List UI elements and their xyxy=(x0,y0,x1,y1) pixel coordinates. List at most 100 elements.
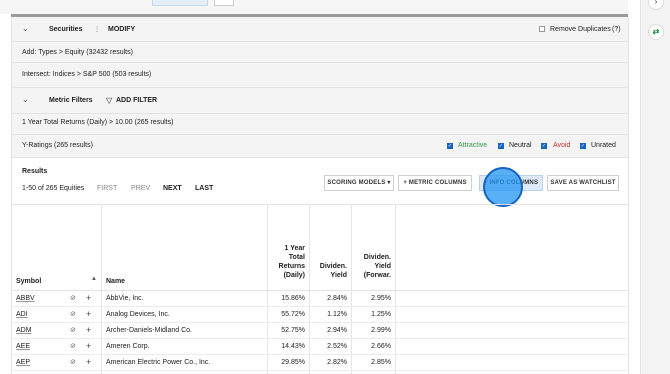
add-to-list-icon[interactable]: + xyxy=(86,293,91,303)
returns-cell: 29.85% xyxy=(281,359,305,366)
screener-panel: ⌄ Securities ⫶ MODIFY Remove Duplicates … xyxy=(11,17,629,374)
pager-first[interactable]: FIRST xyxy=(97,185,117,192)
metric-filter-rule: 1 Year Total Returns (Daily) > 10.00 (26… xyxy=(22,119,174,126)
results-range: 1-50 of 265 Equities xyxy=(22,185,85,192)
returns-cell: 15.86% xyxy=(281,295,305,302)
name-cell: Ameren Corp. xyxy=(106,343,150,350)
name-cell: Analog Devices, Inc. xyxy=(106,311,170,318)
results-title: Results xyxy=(22,168,48,175)
attractive-label: Attractive xyxy=(458,142,488,149)
column-header-symbol[interactable]: Symbol xyxy=(16,277,41,286)
divider xyxy=(12,157,628,158)
table-row[interactable]: ADI Analog Devices, Inc. 55.72% 1.12% 1.25% ⊘… xyxy=(12,307,628,323)
avoid-checkbox[interactable]: ✓ xyxy=(541,143,547,149)
securities-title: Securities xyxy=(49,26,83,33)
symbol-link[interactable]: AEP xyxy=(16,359,30,366)
add-to-list-icon[interactable]: + xyxy=(86,341,91,351)
metric-filter-row: 1 Year Total Returns (Daily) > 10.00 (26… xyxy=(12,114,628,134)
column-header-dividend-yield-forward[interactable]: Dividen. Yield (Forwar. xyxy=(352,253,391,280)
intersect-filter: Intersect: Indices > S&P 500 (503 result… xyxy=(22,71,152,78)
help-icon[interactable]: (?) xyxy=(612,26,621,33)
pin-icon[interactable]: ⊘ xyxy=(70,310,76,318)
symbol-link[interactable]: AEE xyxy=(16,343,30,350)
metric-columns-button[interactable]: + METRIC COLUMNS xyxy=(398,175,472,191)
table-row[interactable]: AEP American Electric Power Co., Inc. 29.8… xyxy=(12,355,628,371)
header-line: (Forwar. xyxy=(363,272,391,279)
dividend-yield-forward-cell: 1.25% xyxy=(371,311,391,318)
pager-next[interactable]: NEXT xyxy=(163,185,182,192)
y-ratings-row: Y-Ratings (265 results) ✓ Attractive ✓ N… xyxy=(12,135,628,157)
header-line: Total xyxy=(288,254,305,261)
modify-button[interactable]: MODIFY xyxy=(108,26,135,33)
unrated-label: Unrated xyxy=(591,142,616,149)
dividend-yield-cell: 2.84% xyxy=(327,295,347,302)
add-to-list-icon[interactable]: + xyxy=(86,309,91,319)
remove-duplicates-label: Remove Duplicates xyxy=(550,26,611,33)
symbol-link[interactable]: ABBV xyxy=(16,295,35,302)
pager-prev[interactable]: PREV xyxy=(131,185,150,192)
symbol-link[interactable]: ADI xyxy=(16,311,28,318)
pin-icon[interactable]: ⊘ xyxy=(70,358,76,366)
add-to-list-icon[interactable]: + xyxy=(86,325,91,335)
pager-last[interactable]: LAST xyxy=(195,185,213,192)
filter-icon: ▽ xyxy=(106,96,113,105)
sliders-icon: ⫶ xyxy=(96,25,98,34)
sort-ascending-icon[interactable]: ▲ xyxy=(91,276,97,282)
chevron-right-icon[interactable]: › xyxy=(648,0,664,10)
neutral-checkbox[interactable]: ✓ xyxy=(498,143,504,149)
dividend-yield-cell: 1.12% xyxy=(327,311,347,318)
dividend-yield-cell: 2.82% xyxy=(327,359,347,366)
right-panel: › ⇄ xyxy=(640,0,670,374)
filter-row: Intersect: Indices > S&P 500 (503 result… xyxy=(12,63,628,87)
chevron-down-icon[interactable]: ⌄ xyxy=(22,24,29,33)
add-types-filter: Add: Types > Equity (32432 results) xyxy=(22,49,133,56)
metric-filters-title: Metric Filters xyxy=(49,97,93,104)
add-filter-button[interactable]: ADD FILTER xyxy=(116,97,157,104)
filter-row: Add: Types > Equity (32432 results) xyxy=(12,42,628,62)
chevron-down-icon[interactable]: ⌄ xyxy=(22,95,29,104)
save-as-watchlist-label: SAVE AS WATCHLIST xyxy=(550,180,616,186)
returns-cell: 55.72% xyxy=(281,311,305,318)
y-ratings-label: Y-Ratings (265 results) xyxy=(22,142,93,149)
attractive-checkbox[interactable]: ✓ xyxy=(447,143,453,149)
name-cell: AbbVie, Inc. xyxy=(106,295,144,302)
symbol-link[interactable]: ADM xyxy=(16,327,32,334)
caret-down-icon: ▾ xyxy=(387,180,391,186)
name-cell: American Electric Power Co., Inc. xyxy=(106,359,211,366)
table-top-border xyxy=(12,204,628,205)
header-line: Dividen. xyxy=(319,263,347,270)
save-as-watchlist-button[interactable]: SAVE AS WATCHLIST xyxy=(547,175,619,191)
returns-cell: 14.43% xyxy=(281,343,305,350)
column-header-returns[interactable]: 1 Year Total Returns (Daily) xyxy=(268,244,305,280)
dividend-yield-forward-cell: 2.95% xyxy=(371,295,391,302)
avoid-label: Avoid xyxy=(553,142,571,149)
metric-columns-label: METRIC COLUMNS xyxy=(408,180,467,186)
dividend-yield-forward-cell: 2.99% xyxy=(371,327,391,334)
dividend-yield-cell: 2.52% xyxy=(327,343,347,350)
scoring-models-button[interactable]: SCORING MODELS ▾ xyxy=(324,175,394,191)
name-cell: Archer-Daniels-Midland Co. xyxy=(106,327,192,334)
remove-duplicates-checkbox[interactable] xyxy=(539,26,545,32)
header-line: 1 Year xyxy=(284,245,305,252)
pin-icon[interactable]: ⊘ xyxy=(70,326,76,334)
unrated-checkbox[interactable]: ✓ xyxy=(580,143,586,149)
swap-icon[interactable]: ⇄ xyxy=(648,24,664,40)
top-tab-small[interactable] xyxy=(214,0,234,6)
add-to-list-icon[interactable]: + xyxy=(86,357,91,367)
scoring-models-label: SCORING MODELS xyxy=(327,180,386,186)
table-row[interactable]: AEE Ameren Corp. 14.43% 2.52% 2.66% ⊘ + xyxy=(12,339,628,355)
pin-icon[interactable]: ⊘ xyxy=(70,294,76,302)
table-row[interactable]: ADM Archer-Daniels-Midland Co. 52.75% 2.94%… xyxy=(12,323,628,339)
metric-filters-header[interactable]: ⌄ Metric Filters ▽ ADD FILTER xyxy=(12,88,628,113)
column-header-dividend-yield[interactable]: Dividen. Yield xyxy=(310,262,347,280)
dividend-yield-cell: 2.94% xyxy=(327,327,347,334)
column-header-name[interactable]: Name xyxy=(106,277,125,286)
header-line: Returns xyxy=(278,263,305,270)
returns-cell: 52.75% xyxy=(281,327,305,334)
table-row[interactable]: ABBV AbbVie, Inc. 15.86% 2.84% 2.95% ⊘ + xyxy=(12,291,628,307)
pin-icon[interactable]: ⊘ xyxy=(70,342,76,350)
dividend-yield-forward-cell: 2.66% xyxy=(371,343,391,350)
top-tab[interactable] xyxy=(152,0,208,6)
top-strip xyxy=(0,0,628,14)
securities-header[interactable]: ⌄ Securities ⫶ MODIFY Remove Duplicates … xyxy=(12,17,628,41)
